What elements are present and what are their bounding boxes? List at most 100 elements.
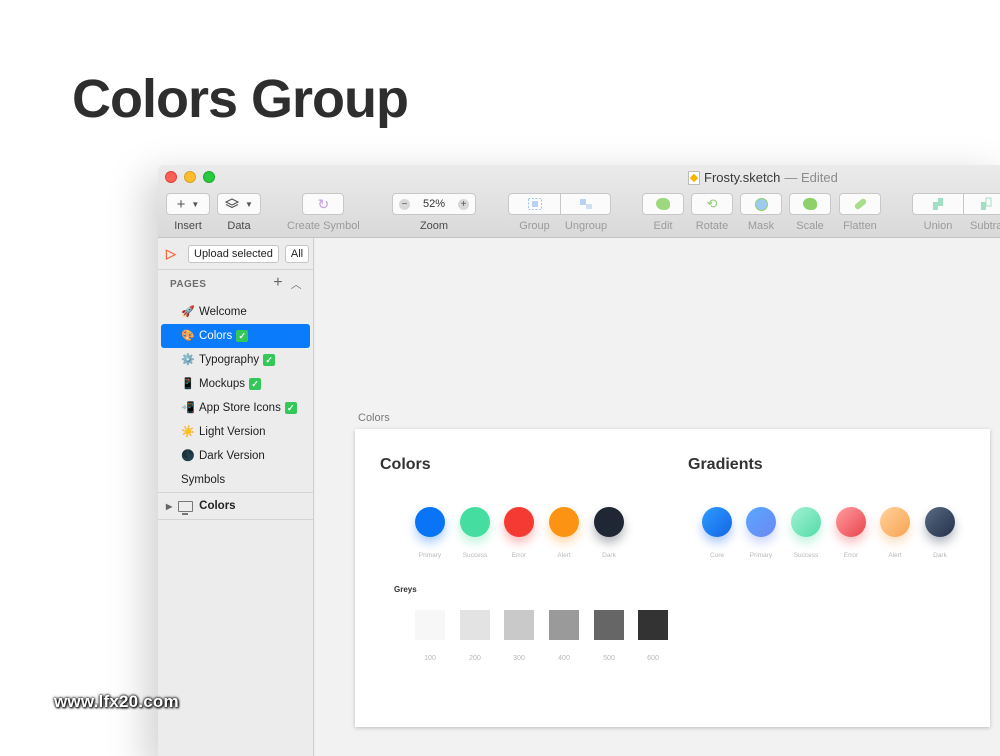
grey-label: 400 [558,655,570,662]
pages-header: PAGES + ︿ [158,270,313,298]
page-item-welcome[interactable]: 🚀 Welcome [161,300,310,324]
page-label: Light Version [199,426,266,438]
sun-icon: ☀️ [181,426,195,438]
page-label: Typography [199,354,260,366]
moon-icon: 🌑 [181,450,195,462]
check-icon: ✓ [249,378,262,390]
scale-button[interactable] [789,193,831,215]
edit-button[interactable] [642,193,684,215]
flatten-button[interactable] [839,193,881,215]
swatch-label: Error [843,552,859,559]
grey-swatch [638,610,668,640]
union-icon [933,198,943,210]
upload-all-button[interactable]: All [284,244,310,263]
group-button[interactable] [508,193,561,215]
rotate-icon: ⟲ [706,196,718,211]
grey-label: 500 [603,655,615,662]
insert-button[interactable]: + ▼ [166,193,210,215]
swatch-label: Primary [749,552,773,559]
page-item-dark-version[interactable]: 🌑 Dark Version [161,444,310,468]
layers-sidebar: ▷ Upload selected All PAGES + ︿ 🚀 Welcom… [158,238,314,756]
swatch-label: Error [511,552,527,559]
flatten-label: Flatten [843,220,877,232]
zoom-window-button[interactable] [203,171,215,183]
grey-swatch [415,610,445,640]
swatch-label: Core [709,552,725,559]
mask-button[interactable] [740,193,782,215]
page-label: Dark Version [199,450,265,462]
swatch-label: Success [462,552,488,559]
page-item-mockups[interactable]: 📱 Mockups ✓ [161,372,310,396]
layer-row-colors[interactable]: ▶ Colors [158,492,313,520]
artboard-colors[interactable]: Colors Gradients Primary Success Error A… [355,429,990,727]
check-icon: ✓ [236,330,249,342]
page-item-colors[interactable]: 🎨 Colors ✓ [161,324,310,348]
pages-header-label: PAGES [170,278,207,290]
boolean-tools: Union Subtract [912,193,1000,232]
gradients-section-title: Gradients [688,456,763,473]
scale-tool[interactable]: Scale [789,193,831,232]
page-item-symbols[interactable]: Symbols [161,468,310,492]
check-icon: ✓ [263,354,276,366]
zoom-in-icon[interactable]: + [458,198,469,210]
grey-label: 300 [513,655,525,662]
zoom-tool[interactable]: − 52% + Zoom [392,193,476,232]
subtract-button[interactable] [964,193,1000,215]
artboard-name-label[interactable]: Colors [358,412,390,424]
create-symbol-button[interactable]: ↻ [302,193,345,215]
flatten-icon [853,197,867,211]
swatch-label: Success [793,552,819,559]
create-symbol-label: Create Symbol [287,220,360,232]
minimize-window-button[interactable] [184,171,196,183]
grey-swatch [594,610,624,640]
title-bar: Frosty.sketch — Edited + ▼ Insert ▼ Data [158,165,1000,238]
scale-label: Scale [796,220,824,232]
insert-label: Insert [174,220,202,232]
grey-label: 600 [647,655,659,662]
edit-tool[interactable]: Edit [642,193,684,232]
gear-icon: ⚙️ [181,354,195,366]
swatch-label: Primary [418,552,442,559]
artboard-icon [178,500,194,515]
page-list: 🚀 Welcome 🎨 Colors ✓ ⚙️ Typography ✓ 📱 M… [158,298,313,492]
page-item-light-version[interactable]: ☀️ Light Version [161,420,310,444]
close-window-button[interactable] [165,171,177,183]
page-item-app-store-icons[interactable]: 📲 App Store Icons ✓ [161,396,310,420]
grey-swatch [549,610,579,640]
ungroup-button[interactable] [561,193,611,215]
data-button[interactable]: ▼ [217,193,261,215]
disclosure-triangle-icon[interactable]: ▶ [166,502,172,511]
zoom-control[interactable]: − 52% + [392,193,476,215]
add-page-icon[interactable]: + [273,274,283,292]
group-icon [527,198,542,210]
union-button[interactable] [912,193,964,215]
subtract-label: Subtract [970,220,1000,232]
document-title: Frosty.sketch — Edited [688,170,838,185]
flatten-tool[interactable]: Flatten [839,193,881,232]
mask-icon [754,197,768,211]
rotate-label: Rotate [695,220,729,232]
subtract-icon [981,197,992,210]
swatch-label: Dark [602,552,616,559]
insert-tool[interactable]: + ▼ Insert [166,193,210,232]
colors-section-title: Colors [380,456,431,473]
phone-icon: 📱 [181,378,195,390]
edit-label: Edit [653,220,673,232]
zoom-out-icon[interactable]: − [399,198,410,210]
page-item-typography[interactable]: ⚙️ Typography ✓ [161,348,310,372]
watermark: www.lfx20.com [54,692,179,711]
mask-tool[interactable]: Mask [740,193,782,232]
layers-icon [225,198,240,209]
chevron-down-icon: ▼ [245,199,253,209]
group-tools: Group Ungroup [508,193,611,232]
upload-selected-button[interactable]: Upload selected [188,244,279,263]
rotate-button[interactable]: ⟲ [691,193,733,215]
chevron-up-icon[interactable]: ︿ [291,276,302,292]
data-tool[interactable]: ▼ Data [217,193,261,232]
page-label: Colors [199,330,233,342]
grey-swatch [504,610,534,640]
union-label: Union [923,220,953,232]
rotate-tool[interactable]: ⟲ Rotate [691,193,733,232]
create-symbol-tool[interactable]: ↻ Create Symbol [287,193,360,232]
sketch-file-icon [688,170,700,185]
